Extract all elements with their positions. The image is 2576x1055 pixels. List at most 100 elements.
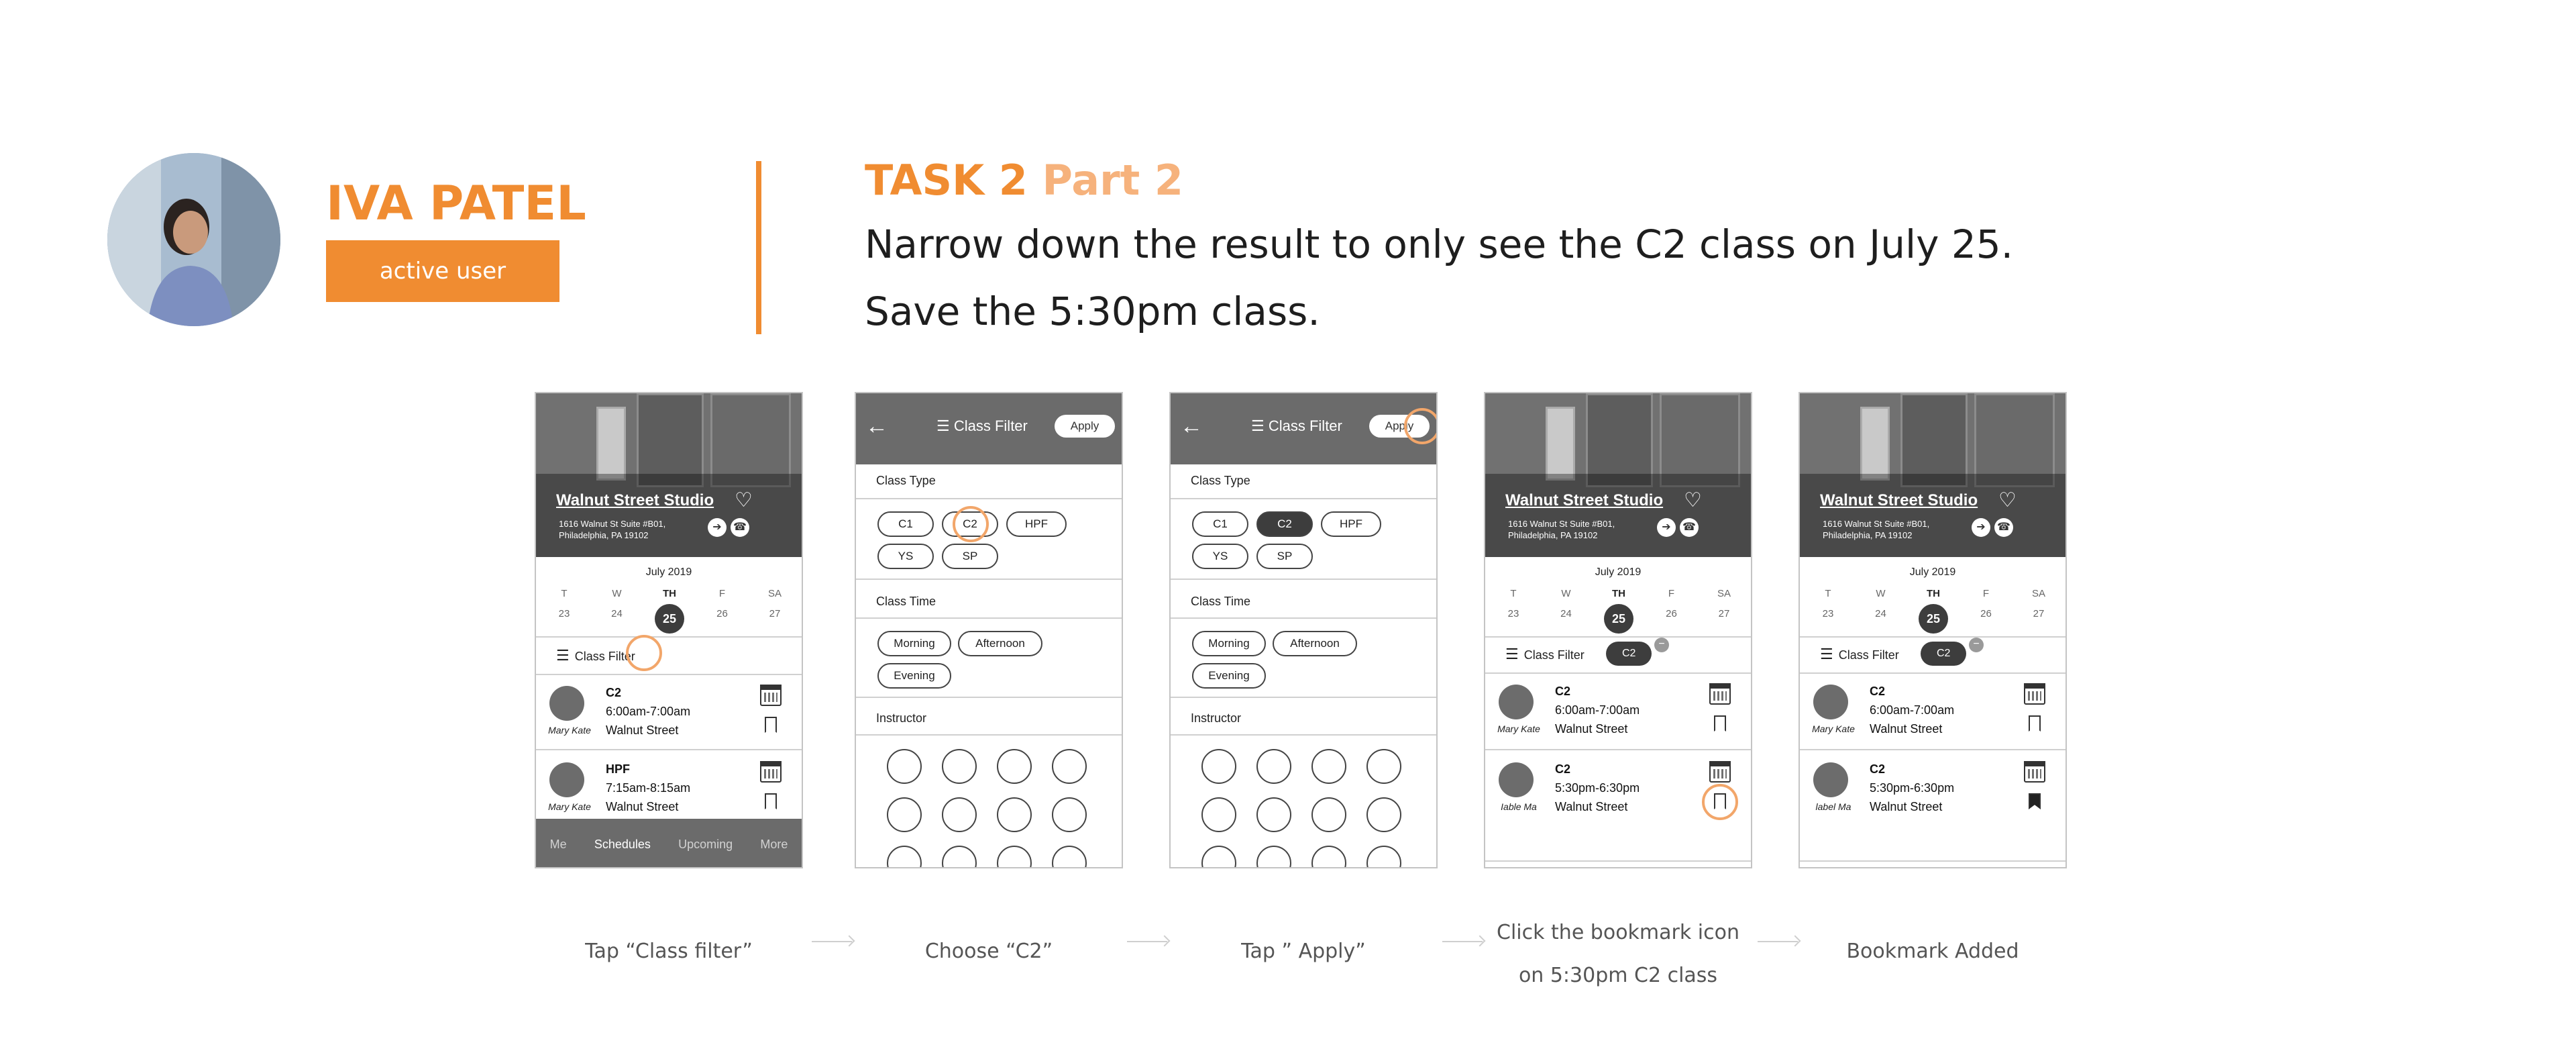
phone-icon[interactable]: ☎ (1994, 518, 2013, 537)
day-tue[interactable]: T 23 (1809, 584, 1847, 634)
studio-name-link[interactable]: Walnut Street Studio (1505, 491, 1663, 510)
calendar-icon[interactable] (2024, 683, 2045, 705)
calendar-icon[interactable] (760, 761, 782, 783)
class-time-morning[interactable]: Morning (877, 631, 951, 656)
directions-icon[interactable]: ➔ (1972, 518, 1990, 537)
bookmark-icon[interactable] (763, 792, 779, 812)
filter-chip-c2[interactable]: C2 (1606, 642, 1652, 666)
phone-icon[interactable]: ☎ (1680, 518, 1699, 537)
class-type-ys[interactable]: YS (1192, 544, 1248, 569)
day-tue[interactable]: T 23 (545, 584, 583, 634)
instructor-option[interactable] (1201, 846, 1236, 867)
directions-icon[interactable]: ➔ (708, 518, 727, 537)
instructor-option[interactable] (1366, 749, 1401, 784)
instructor-option[interactable] (1366, 846, 1401, 867)
bookmark-filled-icon[interactable] (2027, 792, 2043, 812)
nav-schedules[interactable]: Schedules (594, 838, 651, 852)
instructor-option[interactable] (1311, 797, 1346, 832)
class-row[interactable]: Mary Kate C2 6:00am-7:00am Walnut Street (1800, 675, 2065, 750)
class-time-evening[interactable]: Evening (877, 663, 951, 689)
day-wed[interactable]: W 24 (598, 584, 636, 634)
instructor-option[interactable] (1201, 749, 1236, 784)
instructor-option[interactable] (1256, 797, 1291, 832)
class-filter-button[interactable]: ☰ Class Filter (1505, 646, 1585, 663)
class-row[interactable]: Iable Ma C2 5:30pm-6:30pm Walnut Street (1485, 753, 1751, 828)
heart-icon[interactable]: ♡ (1684, 489, 1702, 512)
instructor-option[interactable] (997, 749, 1032, 784)
instructor-option[interactable] (887, 797, 922, 832)
studio-name-link[interactable]: Walnut Street Studio (1820, 491, 1978, 510)
day-tue[interactable]: T 23 (1495, 584, 1532, 634)
calendar-icon[interactable] (760, 685, 782, 706)
class-type-c2-selected[interactable]: C2 (1256, 511, 1313, 537)
day-sat[interactable]: SA 27 (1705, 584, 1743, 634)
heart-icon[interactable]: ♡ (735, 489, 753, 512)
class-type-hpf[interactable]: HPF (1006, 511, 1067, 537)
class-row[interactable]: Mary Kate C2 6:00am-7:00am Walnut Street (536, 676, 802, 752)
day-fri[interactable]: F 26 (704, 584, 741, 634)
class-filter-button[interactable]: ☰ Class Filter (1820, 646, 1899, 663)
heart-icon[interactable]: ♡ (1998, 489, 2017, 512)
class-time-morning[interactable]: Morning (1192, 631, 1266, 656)
instructor-option[interactable] (1256, 749, 1291, 784)
class-type-ys[interactable]: YS (877, 544, 934, 569)
remove-filter-icon[interactable]: − (1969, 638, 1984, 652)
divider (856, 617, 1122, 619)
class-row[interactable]: label Ma C2 5:30pm-6:30pm Walnut Street (1800, 753, 2065, 828)
calendar-icon[interactable] (2024, 761, 2045, 783)
apply-button[interactable]: Apply (1055, 415, 1115, 438)
calendar-icon[interactable] (1709, 761, 1731, 783)
class-time-afternoon[interactable]: Afternoon (958, 631, 1042, 656)
class-filter-button[interactable]: ☰ Class Filter (556, 647, 635, 664)
bookmark-icon[interactable] (763, 715, 779, 736)
filter-chip-c2[interactable]: C2 (1921, 642, 1967, 666)
calendar-icon[interactable] (1709, 683, 1731, 705)
nav-me[interactable]: Me (550, 838, 567, 852)
class-time-evening[interactable]: Evening (1192, 663, 1266, 689)
class-type-c1[interactable]: C1 (877, 511, 934, 537)
instructor-option[interactable] (1052, 797, 1087, 832)
day-fri[interactable]: F 26 (1653, 584, 1690, 634)
instructor-option[interactable] (942, 749, 977, 784)
instructor-option[interactable] (1366, 797, 1401, 832)
filter-topbar: ← ☰ Class Filter Apply (1171, 393, 1436, 464)
day-wed[interactable]: W 24 (1862, 584, 1900, 634)
day-sat[interactable]: SA 27 (2020, 584, 2057, 634)
instructor-option[interactable] (1052, 749, 1087, 784)
directions-icon[interactable]: ➔ (1657, 518, 1676, 537)
back-arrow-icon[interactable]: ← (1180, 413, 1203, 440)
day-sat[interactable]: SA 27 (756, 584, 794, 634)
instructor-option[interactable] (1052, 846, 1087, 867)
class-time-afternoon[interactable]: Afternoon (1273, 631, 1357, 656)
back-arrow-icon[interactable]: ← (865, 413, 888, 440)
class-type-sp[interactable]: SP (1256, 544, 1313, 569)
remove-filter-icon[interactable]: − (1654, 638, 1669, 652)
day-thu-selected[interactable]: TH 25 (1915, 584, 1952, 634)
instructor-option[interactable] (997, 797, 1032, 832)
day-thu-selected[interactable]: TH 25 (1600, 584, 1638, 634)
bookmark-icon[interactable] (2027, 714, 2043, 734)
instructor-option[interactable] (1311, 749, 1346, 784)
phone-icon[interactable]: ☎ (731, 518, 749, 537)
nav-more[interactable]: More (760, 838, 788, 852)
instructor-option[interactable] (942, 797, 977, 832)
instructor-option[interactable] (997, 846, 1032, 867)
instructor-option[interactable] (1311, 846, 1346, 867)
day-thu-selected[interactable]: TH 25 (651, 584, 688, 634)
instructor-option[interactable] (942, 846, 977, 867)
day-wed[interactable]: W 24 (1548, 584, 1585, 634)
nav-upcoming[interactable]: Upcoming (678, 838, 733, 852)
class-row[interactable]: Mary Kate C2 6:00am-7:00am Walnut Street (1485, 675, 1751, 750)
instructor-option[interactable] (887, 846, 922, 867)
class-row[interactable]: Mary Kate HPF 7:15am-8:15am Walnut Stree… (536, 753, 802, 828)
class-type-hpf[interactable]: HPF (1321, 511, 1381, 537)
instructor-option[interactable] (1256, 846, 1291, 867)
bookmark-icon[interactable] (1712, 714, 1728, 734)
class-type-sp[interactable]: SP (942, 544, 998, 569)
instructor-option[interactable] (887, 749, 922, 784)
instructor-option[interactable] (1201, 797, 1236, 832)
class-type-c1[interactable]: C1 (1192, 511, 1248, 537)
studio-name-link[interactable]: Walnut Street Studio (556, 491, 714, 510)
studio-address: 1616 Walnut St Suite #B01, Philadelphia,… (1823, 519, 1930, 540)
day-fri[interactable]: F 26 (1968, 584, 2005, 634)
